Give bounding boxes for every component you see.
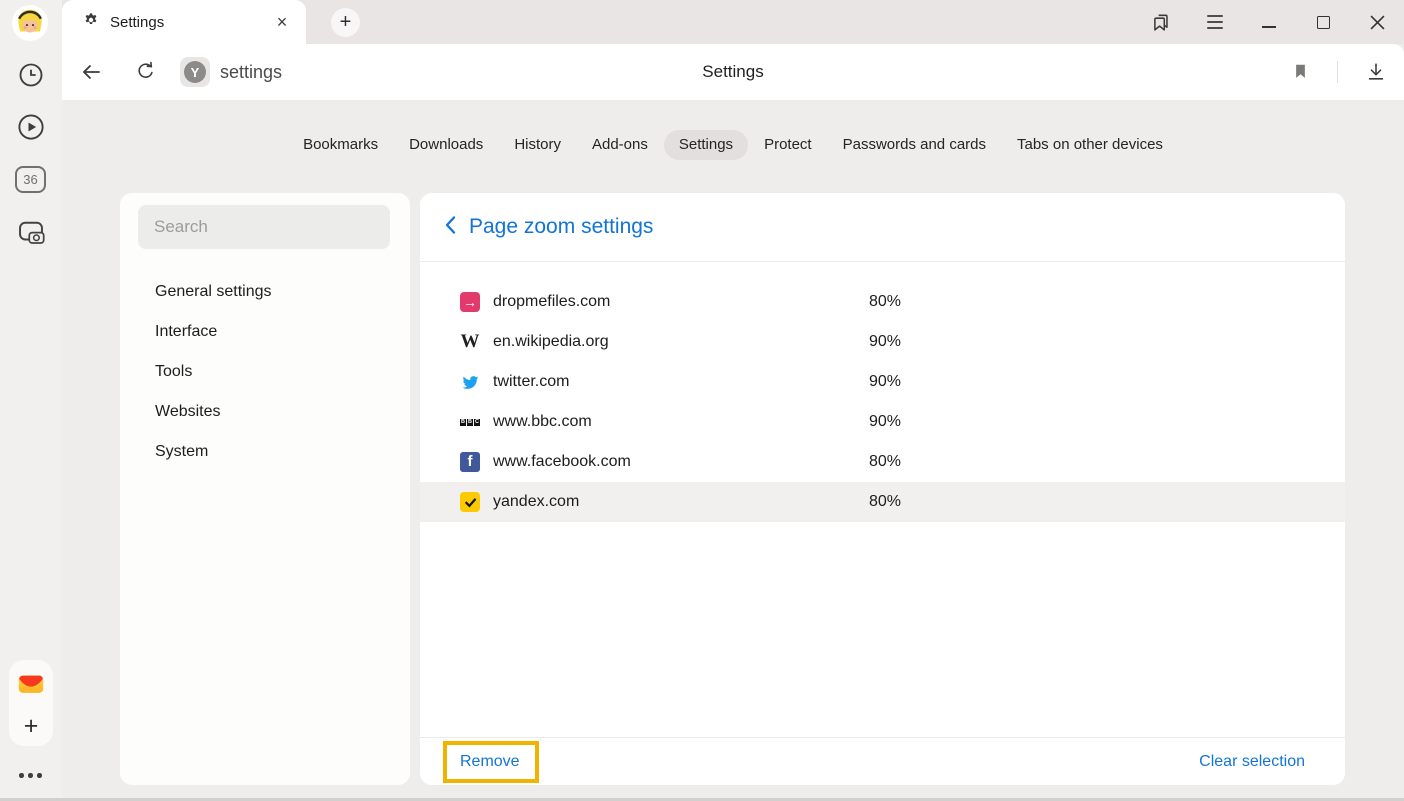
search-box: [138, 205, 390, 249]
tab-downloads[interactable]: Downloads: [394, 130, 498, 160]
site-name: en.wikipedia.org: [493, 333, 869, 351]
yandex-mail-icon[interactable]: [16, 669, 46, 704]
panel-header: Page zoom settings: [420, 193, 1345, 262]
media-play-icon[interactable]: [15, 111, 47, 143]
back-icon[interactable]: [79, 60, 103, 89]
reload-icon[interactable]: [135, 61, 156, 87]
browser-tab-settings[interactable]: Settings ×: [62, 0, 306, 44]
site-zoom-value: 90%: [869, 333, 901, 351]
bbc-favicon: BBC: [460, 412, 480, 432]
remove-highlight-box: Remove: [443, 741, 539, 783]
add-shortcut-button[interactable]: +: [24, 714, 39, 738]
tab-bookmarks[interactable]: Bookmarks: [288, 130, 393, 160]
sidebar-item-websites[interactable]: Websites: [120, 392, 410, 432]
rail-shortcut-group: +: [9, 660, 53, 746]
tab-passwords-and-cards[interactable]: Passwords and cards: [828, 130, 1001, 160]
yandex-y-icon: Y: [184, 61, 206, 83]
site-row-yandex-selected[interactable]: yandex.com 80%: [420, 482, 1345, 522]
plus-icon: +: [340, 11, 352, 34]
tab-protect[interactable]: Protect: [749, 130, 827, 160]
address-bar-text[interactable]: settings: [220, 44, 282, 100]
tab-history[interactable]: History: [499, 130, 576, 160]
screenshot-icon[interactable]: [15, 216, 47, 248]
rail-more-button[interactable]: [19, 773, 42, 778]
site-zoom-value: 80%: [869, 493, 901, 511]
search-input[interactable]: [138, 205, 390, 249]
selected-checkbox-icon[interactable]: [460, 492, 480, 512]
site-row-twitter[interactable]: twitter.com 90%: [420, 362, 1345, 402]
sidebar-item-tools[interactable]: Tools: [120, 352, 410, 392]
chevron-left-icon[interactable]: [444, 215, 456, 240]
zoom-site-list: → dropmefiles.com 80% W en.wikipedia.org…: [420, 262, 1345, 522]
site-name: yandex.com: [493, 493, 869, 511]
counter-badge-icon[interactable]: 36: [15, 166, 46, 193]
tab-title: Settings: [110, 14, 164, 31]
close-tab-icon[interactable]: ×: [270, 12, 294, 33]
browser-menu-icon[interactable]: [1188, 0, 1242, 44]
browser-window: 36 +: [0, 0, 1404, 801]
settings-nav-tabs: Bookmarks Downloads History Add-ons Sett…: [62, 130, 1404, 160]
gear-icon: [83, 12, 99, 33]
settings-sidebar-panel: General settings Interface Tools Website…: [120, 193, 410, 785]
sidebar-item-interface[interactable]: Interface: [120, 312, 410, 352]
site-row-bbc[interactable]: BBC www.bbc.com 90%: [420, 402, 1345, 442]
settings-menu: General settings Interface Tools Website…: [120, 272, 410, 472]
new-tab-button[interactable]: +: [331, 8, 360, 37]
remove-button[interactable]: Remove: [460, 753, 520, 770]
download-icon[interactable]: [1365, 60, 1387, 88]
sidebar-item-system[interactable]: System: [120, 432, 410, 472]
history-icon[interactable]: [15, 59, 47, 91]
minimize-button[interactable]: [1242, 0, 1296, 44]
close-window-button[interactable]: [1350, 0, 1404, 44]
facebook-favicon: f: [460, 452, 480, 472]
twitter-favicon: [460, 372, 480, 392]
site-zoom-value: 90%: [869, 373, 901, 391]
site-zoom-value: 80%: [869, 293, 901, 311]
window-controls: [1134, 0, 1404, 44]
site-name: www.bbc.com: [493, 413, 869, 431]
site-zoom-value: 90%: [869, 413, 901, 431]
site-name: twitter.com: [493, 373, 869, 391]
site-name: www.facebook.com: [493, 453, 869, 471]
side-rail: 36 +: [0, 0, 62, 801]
wikipedia-favicon: W: [460, 332, 480, 352]
toolbar-divider: [1337, 61, 1338, 83]
tab-settings[interactable]: Settings: [664, 130, 748, 160]
page-favicon: Y: [180, 57, 210, 87]
counter-badge-value: 36: [23, 172, 37, 187]
site-name: dropmefiles.com: [493, 293, 869, 311]
site-row-dropmefiles[interactable]: → dropmefiles.com 80%: [420, 282, 1345, 322]
tab-bar: Settings × +: [62, 0, 1404, 44]
sidebar-item-general-settings[interactable]: General settings: [120, 272, 410, 312]
tab-tabs-on-other-devices[interactable]: Tabs on other devices: [1002, 130, 1178, 160]
panel-title[interactable]: Page zoom settings: [469, 215, 653, 239]
site-row-wikipedia[interactable]: W en.wikipedia.org 90%: [420, 322, 1345, 362]
collections-icon[interactable]: [1134, 0, 1188, 44]
dropmefiles-favicon: →: [460, 292, 480, 312]
tab-add-ons[interactable]: Add-ons: [577, 130, 663, 160]
bookmark-icon[interactable]: [1291, 61, 1310, 87]
panel-footer: Remove Clear selection: [420, 737, 1345, 785]
list-empty-space: [420, 522, 1345, 737]
clear-selection-button[interactable]: Clear selection: [1199, 753, 1305, 771]
arrow-right-icon: →: [463, 292, 477, 312]
site-row-facebook[interactable]: f www.facebook.com 80%: [420, 442, 1345, 482]
address-toolbar: Y settings Settings: [62, 44, 1404, 100]
maximize-button[interactable]: [1296, 0, 1350, 44]
site-zoom-value: 80%: [869, 453, 901, 471]
page-zoom-settings-panel: Page zoom settings → dropmefiles.com 80%…: [420, 193, 1345, 785]
profile-avatar[interactable]: [11, 4, 49, 42]
